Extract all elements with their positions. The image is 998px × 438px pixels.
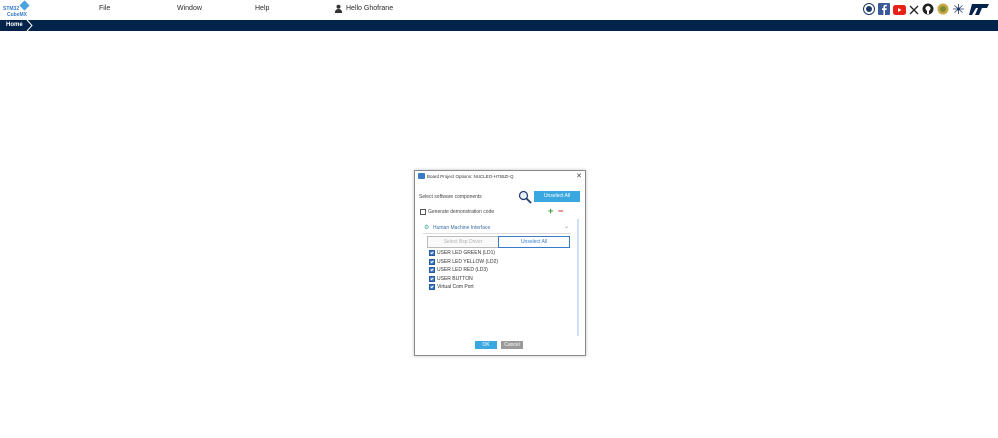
breadcrumb-bar: Home [0,20,998,31]
facebook-icon[interactable] [878,2,890,20]
logo-text-line2: CubeMX [7,12,27,18]
user-icon [334,4,343,13]
top-menu-bar: STM32 CubeMX File Window Help Hello Ghof… [0,0,998,20]
component-list: USER LED GREEN (LD1) USER LED YELLOW (LD… [429,249,498,292]
menu-help[interactable]: Help [255,5,269,12]
select-bsp-driver-button[interactable]: Select Bsp Driver [427,236,499,248]
youtube-icon[interactable] [893,2,906,20]
menu-file[interactable]: File [99,5,110,12]
social-icons [863,2,990,20]
list-item-label: USER LED RED (LD3) [437,267,488,274]
breadcrumb-home[interactable]: Home [0,20,29,31]
ok-button[interactable]: OK [475,341,497,349]
user-greeting: Hello Ghofrane [346,5,394,12]
generate-demo-checkbox[interactable]: Generate demonstration code [420,209,494,215]
expand-all-icon[interactable]: + [548,207,553,216]
unselect-all-button[interactable]: Unselect All [498,236,570,248]
github-icon[interactable] [922,2,934,20]
list-item-label: Virtual Com Port [437,284,474,291]
checkbox-checked[interactable] [429,284,435,291]
scrollbar[interactable] [577,219,579,336]
list-item-label: USER LED GREEN (LD1) [437,250,496,257]
generate-demo-label: Generate demonstration code [428,209,495,215]
board-project-options-dialog: Board Project Options: NUCLEO-H755ZI-Q ✕… [414,170,586,356]
list-item[interactable]: USER LED RED (LD3) [429,266,498,275]
user-account[interactable]: Hello Ghofrane [334,4,393,13]
menu-window[interactable]: Window [177,5,202,12]
checkbox-checked[interactable] [429,275,435,282]
unselect-all-top-button[interactable]: Unselect All [534,191,580,202]
list-item[interactable]: USER LED YELLOW (LD2) [429,258,498,267]
checkbox-checked[interactable] [429,250,435,257]
list-item[interactable]: USER BUTTON [429,275,498,284]
chevron-down-icon[interactable]: ⌄ [564,223,569,230]
dialog-title: Board Project Options: NUCLEO-H755ZI-Q [427,174,514,179]
community-icon[interactable] [937,2,949,20]
search-icon[interactable] [518,190,532,204]
checkbox-checked[interactable] [429,258,435,265]
cube-icon [19,0,30,11]
checkbox-checked[interactable] [429,267,435,274]
x-icon[interactable] [909,2,919,20]
app-icon [418,173,425,179]
cancel-button[interactable]: Cancel [501,341,523,349]
anniversary-icon[interactable] [863,2,875,20]
stm32cubemx-logo[interactable]: STM32 CubeMX [3,0,31,19]
list-item[interactable]: Virtual Com Port [429,283,498,292]
list-item-label: USER LED YELLOW (LD2) [437,258,499,265]
close-icon[interactable]: ✕ [576,171,582,182]
gear-icon: ⚙ [424,225,430,231]
dialog-title-bar: Board Project Options: NUCLEO-H755ZI-Q ✕ [415,171,585,182]
section-name: Human Machine Interface [433,225,491,231]
select-components-label: Select software components [419,194,482,200]
network-icon[interactable] [952,2,965,20]
list-item[interactable]: USER LED GREEN (LD1) [429,249,498,258]
breadcrumb-arrow-icon [26,20,33,31]
collapse-all-icon[interactable]: − [558,207,563,216]
st-logo-icon[interactable] [968,2,990,20]
section-human-machine-interface[interactable]: ⚙ Human Machine Interface ⌄ [423,223,571,234]
checkbox-unchecked[interactable] [420,209,426,215]
list-item-label: USER BUTTON [437,275,473,282]
